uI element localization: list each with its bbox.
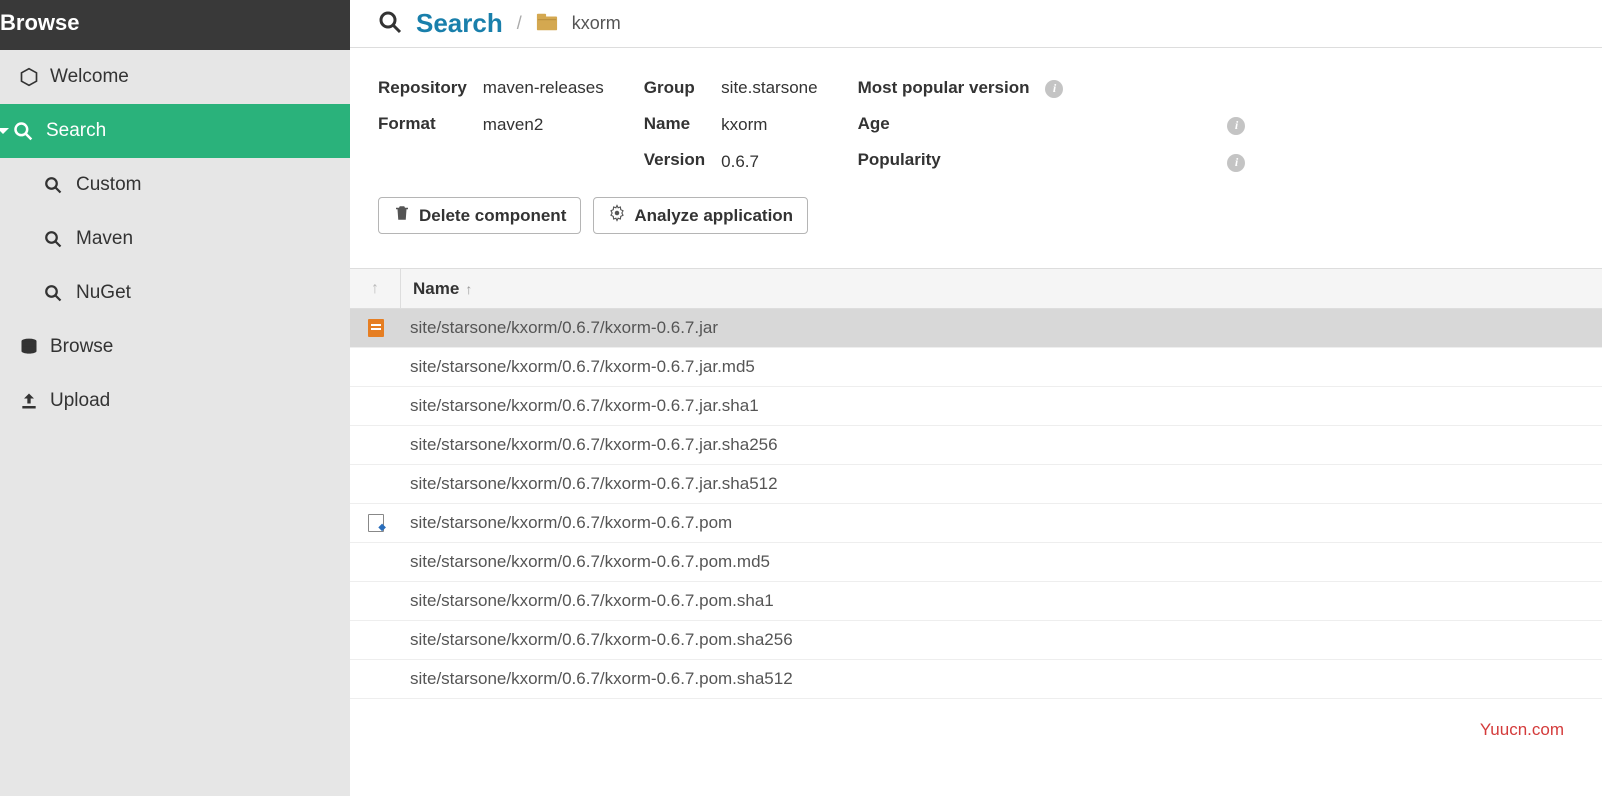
value-repository: maven-releases xyxy=(483,78,604,99)
asset-name: site/starsone/kxorm/0.6.7/kxorm-0.6.7.po… xyxy=(390,552,770,572)
search-icon xyxy=(42,284,64,302)
sidebar-item-label: Upload xyxy=(50,390,110,412)
component-details: Repository Format maven-releases maven2 … xyxy=(350,48,1602,268)
asset-name: site/starsone/kxorm/0.6.7/kxorm-0.6.7.po… xyxy=(390,591,774,611)
table-row[interactable]: site/starsone/kxorm/0.6.7/kxorm-0.6.7.po… xyxy=(350,621,1602,660)
asset-name: site/starsone/kxorm/0.6.7/kxorm-0.6.7.ja… xyxy=(390,357,755,377)
table-row[interactable]: site/starsone/kxorm/0.6.7/kxorm-0.6.7.po… xyxy=(350,543,1602,582)
sidebar-item-search[interactable]: Search xyxy=(0,104,350,158)
label-most-popular-version: Most popular version xyxy=(858,78,1030,98)
action-bar: Delete component Analyze application xyxy=(378,197,1602,234)
table-row[interactable]: site/starsone/kxorm/0.6.7/kxorm-0.6.7.po… xyxy=(350,582,1602,621)
asset-name: site/starsone/kxorm/0.6.7/kxorm-0.6.7.po… xyxy=(390,513,732,533)
sidebar-item-maven[interactable]: Maven xyxy=(0,212,350,266)
search-icon xyxy=(42,230,64,248)
hexagon-icon xyxy=(18,67,40,87)
sidebar-header: Browse xyxy=(0,0,350,50)
search-icon xyxy=(378,10,402,37)
label-age: Age xyxy=(858,114,1030,134)
watermark: Yuucn.com xyxy=(1480,720,1564,740)
main-content: Search / kxorm Repository Format maven-r… xyxy=(350,0,1602,796)
value-group: site.starsone xyxy=(721,78,817,99)
table-row[interactable]: site/starsone/kxorm/0.6.7/kxorm-0.6.7.ja… xyxy=(350,387,1602,426)
label-popularity: Popularity xyxy=(858,150,1030,170)
folder-icon xyxy=(536,12,558,35)
column-header-name[interactable]: Name ↑ xyxy=(401,279,472,299)
info-icon[interactable]: i xyxy=(1227,154,1245,172)
assets-table: ↑ Name ↑ site/starsone/kxorm/0.6.7/kxorm… xyxy=(350,268,1602,699)
search-icon xyxy=(12,121,34,141)
sidebar-item-upload[interactable]: Upload xyxy=(0,374,350,428)
label-group: Group xyxy=(644,78,705,98)
label-format: Format xyxy=(378,114,467,134)
gear-icon xyxy=(608,204,626,227)
button-label: Delete component xyxy=(419,206,566,226)
table-row[interactable]: site/starsone/kxorm/0.6.7/kxorm-0.6.7.ja… xyxy=(350,465,1602,504)
sidebar-item-label: Welcome xyxy=(50,66,129,88)
trash-icon xyxy=(393,204,411,227)
sidebar-item-custom[interactable]: Custom xyxy=(0,158,350,212)
sort-arrow-icon[interactable]: ↑ xyxy=(350,280,400,298)
value-format: maven2 xyxy=(483,115,604,136)
value-name: kxorm xyxy=(721,115,817,136)
asset-name: site/starsone/kxorm/0.6.7/kxorm-0.6.7.ja… xyxy=(390,396,759,416)
label-version: Version xyxy=(644,150,705,170)
breadcrumb: Search / kxorm xyxy=(350,0,1602,48)
column-header-label: Name xyxy=(413,279,459,299)
asset-name: site/starsone/kxorm/0.6.7/kxorm-0.6.7.ja… xyxy=(390,318,718,338)
table-row[interactable]: site/starsone/kxorm/0.6.7/kxorm-0.6.7.ja… xyxy=(350,348,1602,387)
label-repository: Repository xyxy=(378,78,467,98)
sidebar-item-label: NuGet xyxy=(76,282,131,304)
pom-file-icon xyxy=(368,514,384,532)
sidebar-item-label: Search xyxy=(46,120,106,142)
analyze-application-button[interactable]: Analyze application xyxy=(593,197,808,234)
sort-ascending-icon: ↑ xyxy=(465,281,472,297)
sidebar-item-label: Maven xyxy=(76,228,133,250)
asset-name: site/starsone/kxorm/0.6.7/kxorm-0.6.7.ja… xyxy=(390,474,778,494)
breadcrumb-separator: / xyxy=(517,13,522,34)
table-row[interactable]: site/starsone/kxorm/0.6.7/kxorm-0.6.7.po… xyxy=(350,660,1602,699)
table-row[interactable]: site/starsone/kxorm/0.6.7/kxorm-0.6.7.ja… xyxy=(350,426,1602,465)
table-row[interactable]: site/starsone/kxorm/0.6.7/kxorm-0.6.7.po… xyxy=(350,504,1602,543)
delete-component-button[interactable]: Delete component xyxy=(378,197,581,234)
asset-name: site/starsone/kxorm/0.6.7/kxorm-0.6.7.po… xyxy=(390,630,793,650)
value-version: 0.6.7 xyxy=(721,152,817,173)
sidebar-item-nuget[interactable]: NuGet xyxy=(0,266,350,320)
breadcrumb-root[interactable]: Search xyxy=(416,8,503,39)
breadcrumb-item: kxorm xyxy=(572,13,621,34)
caret-down-icon xyxy=(0,128,9,134)
properties-grid: Repository Format maven-releases maven2 … xyxy=(378,78,1602,173)
label-name: Name xyxy=(644,114,705,134)
table-header: ↑ Name ↑ xyxy=(350,269,1602,309)
java-file-icon xyxy=(368,319,384,337)
search-icon xyxy=(42,176,64,194)
sidebar-item-label: Custom xyxy=(76,174,141,196)
sidebar-item-label: Browse xyxy=(50,336,113,358)
sidebar-item-browse[interactable]: Browse xyxy=(0,320,350,374)
info-icon[interactable]: i xyxy=(1045,80,1063,98)
button-label: Analyze application xyxy=(634,206,793,226)
sidebar: Browse Welcome Search Custom Maven xyxy=(0,0,350,796)
sidebar-item-welcome[interactable]: Welcome xyxy=(0,50,350,104)
asset-name: site/starsone/kxorm/0.6.7/kxorm-0.6.7.ja… xyxy=(390,435,778,455)
database-icon xyxy=(18,337,40,357)
table-row[interactable]: site/starsone/kxorm/0.6.7/kxorm-0.6.7.ja… xyxy=(350,309,1602,348)
info-icon[interactable]: i xyxy=(1227,117,1245,135)
asset-name: site/starsone/kxorm/0.6.7/kxorm-0.6.7.po… xyxy=(390,669,793,689)
upload-icon xyxy=(18,391,40,411)
